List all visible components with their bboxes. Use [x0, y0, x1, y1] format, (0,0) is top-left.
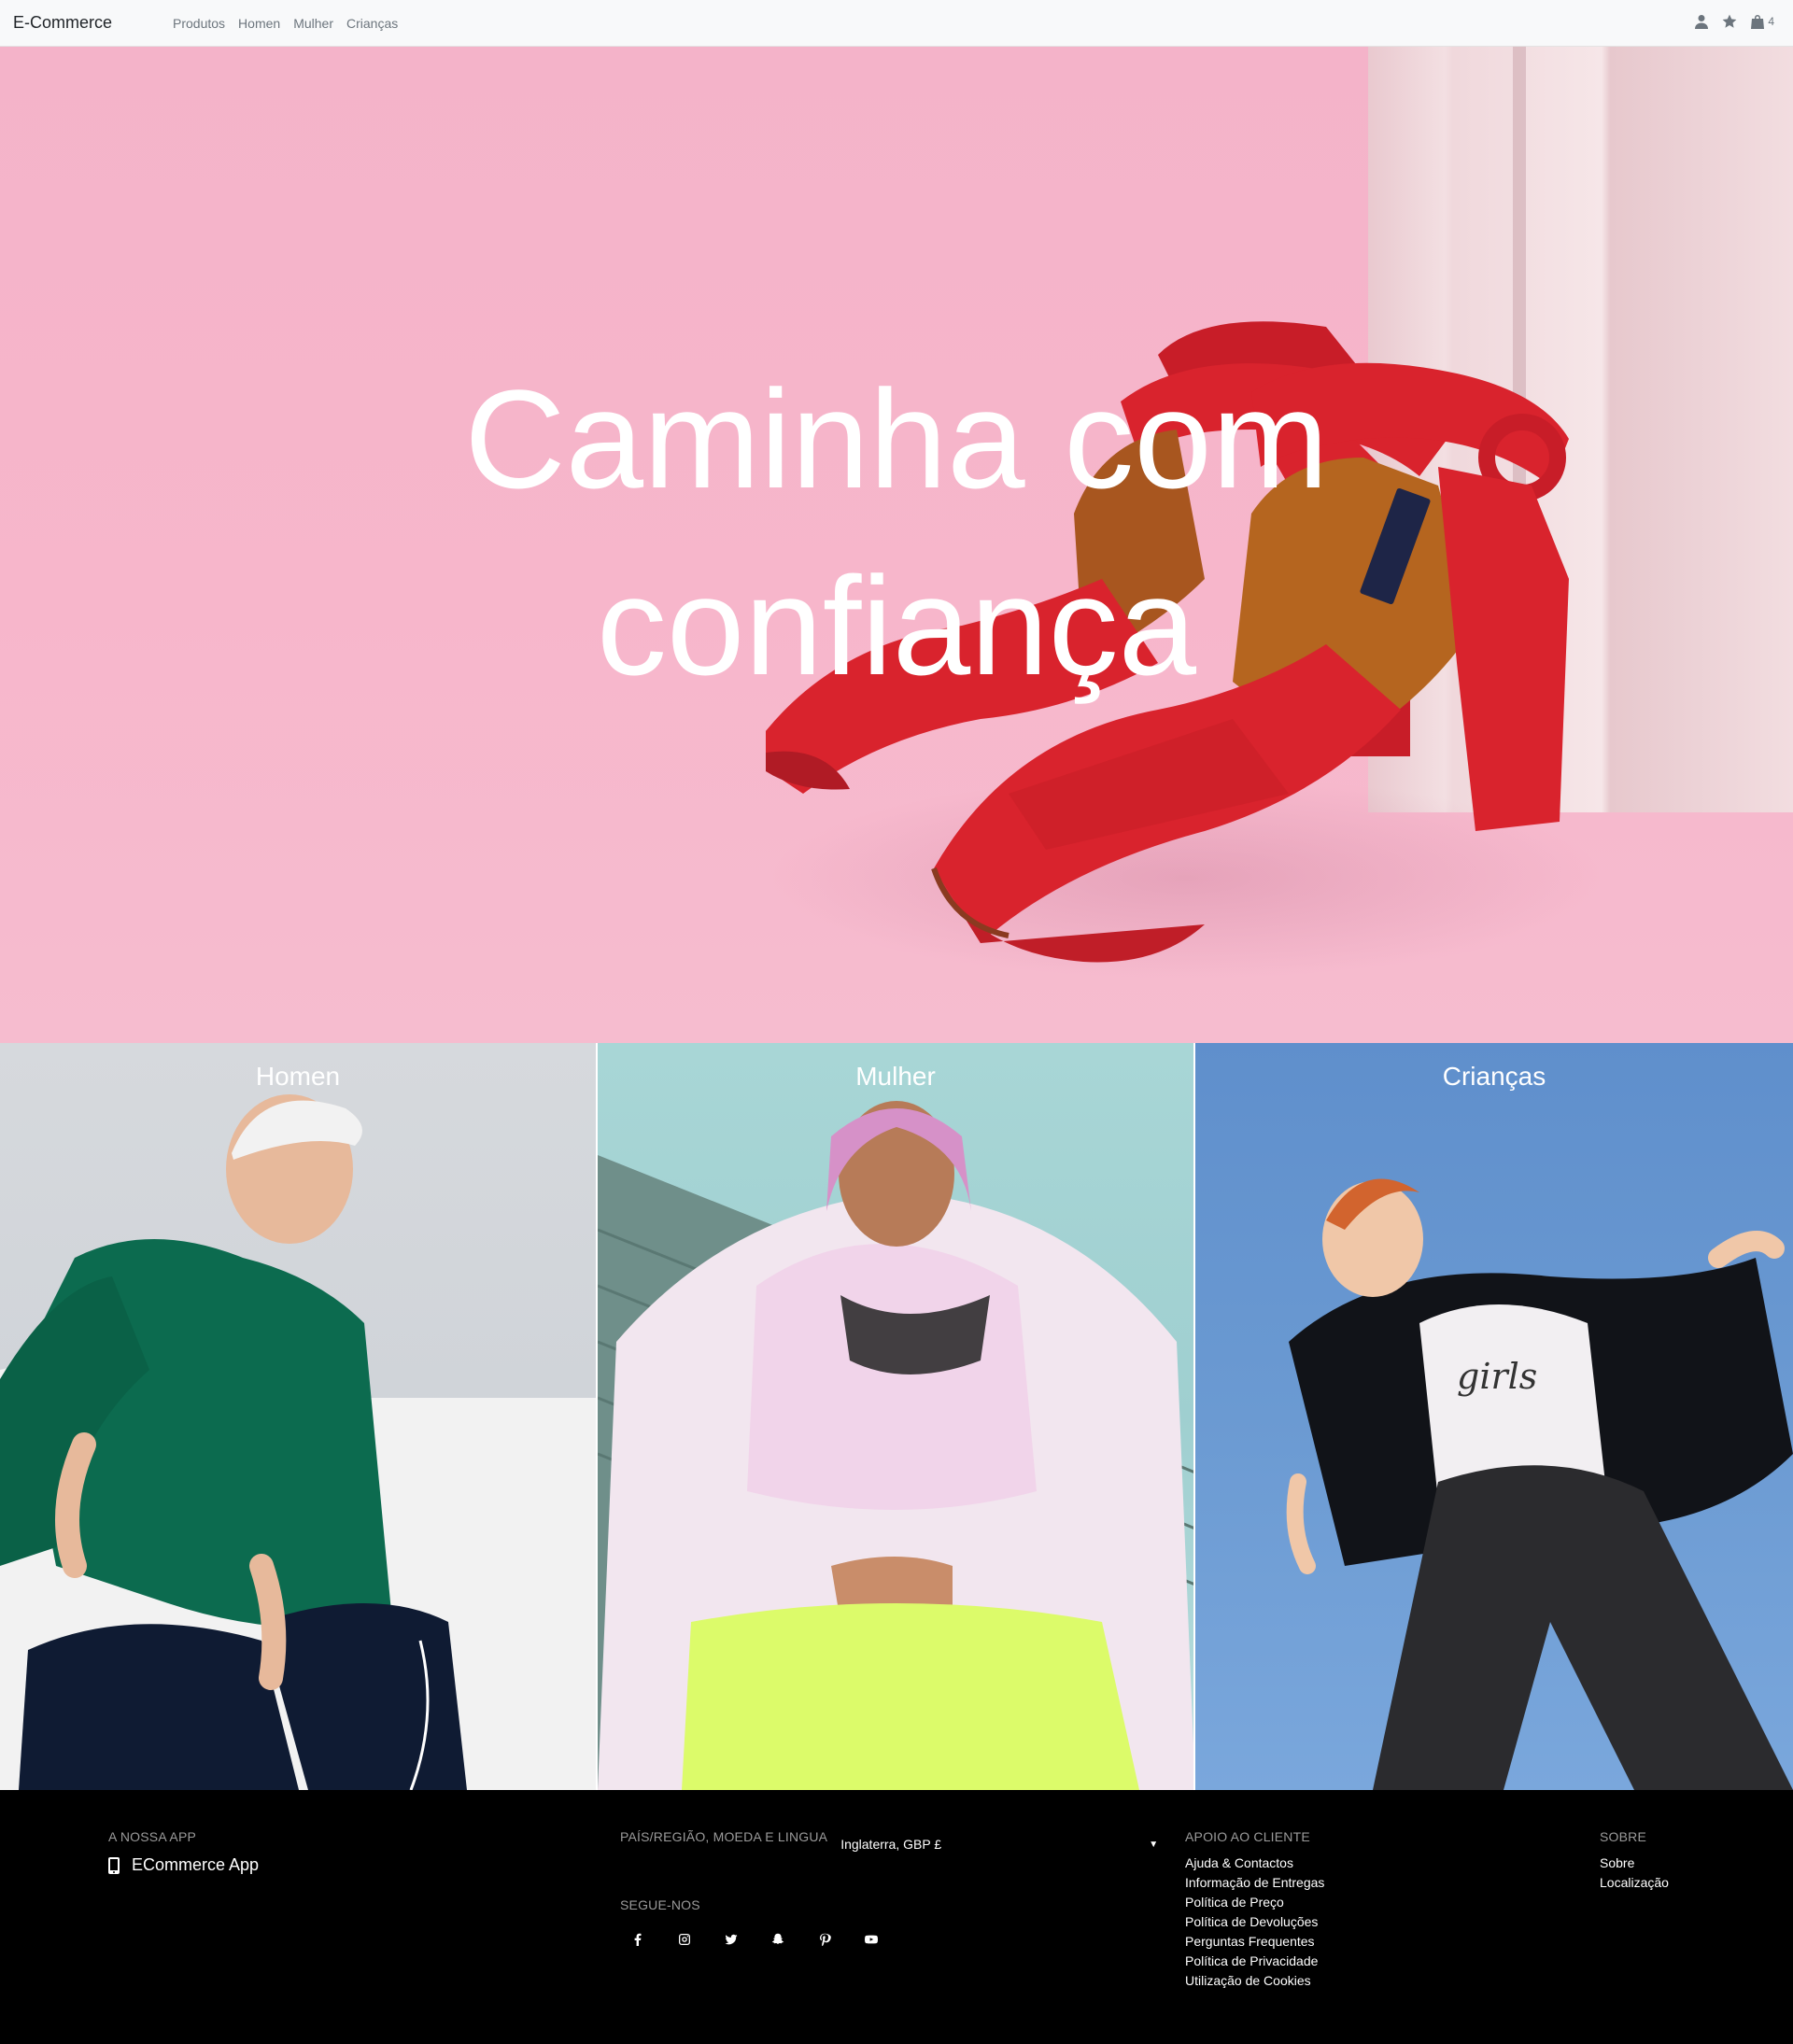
- hero-banner: Caminha com confiança: [0, 47, 1793, 1043]
- hero-title-line1: Caminha com: [464, 360, 1329, 517]
- nav-link-criancas[interactable]: Crianças: [346, 16, 398, 31]
- twitter-icon[interactable]: [713, 1929, 760, 1950]
- app-link-label: ECommerce App: [132, 1855, 260, 1874]
- footer-region-section: PAÍS/REGIÃO, MOEDA E LINGUA Inglaterra, …: [620, 1829, 1158, 1950]
- support-link-ajuda[interactable]: Ajuda & Contactos: [1185, 1854, 1324, 1873]
- user-icon[interactable]: [1694, 14, 1709, 29]
- youtube-icon[interactable]: [854, 1929, 900, 1950]
- support-link-preco[interactable]: Política de Preço: [1185, 1893, 1324, 1912]
- footer-app-section: A NOSSA APP ECommerce App: [108, 1829, 259, 1875]
- chevron-down-icon: ▼: [1149, 1839, 1159, 1850]
- support-link-privacidade[interactable]: Política de Privacidade: [1185, 1952, 1324, 1971]
- support-links: Ajuda & Contactos Informação de Entregas…: [1185, 1854, 1324, 1991]
- category-card-mulher[interactable]: Mulher: [598, 1043, 1195, 1790]
- about-link-localizacao[interactable]: Localização: [1600, 1873, 1669, 1893]
- cart-count-badge: 4: [1768, 15, 1774, 28]
- instagram-icon[interactable]: [667, 1929, 713, 1950]
- region-select-value: Inglaterra, GBP £: [840, 1837, 942, 1852]
- pinterest-icon[interactable]: [807, 1929, 854, 1950]
- support-link-faq[interactable]: Perguntas Frequentes: [1185, 1932, 1324, 1952]
- nav-link-homen[interactable]: Homen: [238, 16, 280, 31]
- footer-follow-heading: SEGUE-NOS: [620, 1897, 700, 1912]
- footer-app-heading: A NOSSA APP: [108, 1829, 197, 1844]
- support-link-entregas[interactable]: Informação de Entregas: [1185, 1873, 1324, 1893]
- navbar: E-Commerce Produtos Homen Mulher Criança…: [0, 0, 1793, 47]
- category-image-mulher: [598, 1101, 1193, 1790]
- phone-icon: [108, 1856, 120, 1874]
- social-links: [620, 1929, 1158, 1950]
- footer-support-heading: APOIO AO CLIENTE: [1185, 1829, 1310, 1844]
- facebook-icon[interactable]: [620, 1929, 667, 1950]
- footer-region-heading: PAÍS/REGIÃO, MOEDA E LINGUA: [620, 1829, 828, 1844]
- category-card-criancas[interactable]: girls Crianças: [1195, 1043, 1793, 1790]
- category-grid: Homen Mulher girls Crianças: [0, 1043, 1793, 1790]
- category-label-homen: Homen: [255, 1062, 341, 1091]
- category-image-criancas: girls: [1286, 1178, 1793, 1790]
- bag-icon: [1751, 15, 1765, 29]
- category-label-mulher: Mulher: [855, 1062, 936, 1091]
- hero-title-line2: confiança: [596, 547, 1197, 704]
- category-card-homen[interactable]: Homen: [0, 1043, 598, 1790]
- about-link-sobre[interactable]: Sobre: [1600, 1854, 1669, 1873]
- shirt-print: girls: [1457, 1356, 1537, 1397]
- hero-title: Caminha com confiança: [0, 345, 1793, 719]
- app-download-link[interactable]: ECommerce App: [108, 1855, 259, 1875]
- support-link-devolucoes[interactable]: Política de Devoluções: [1185, 1912, 1324, 1932]
- nav-link-mulher[interactable]: Mulher: [293, 16, 333, 31]
- footer-about-heading: SOBRE: [1600, 1829, 1647, 1844]
- cart-button[interactable]: 4: [1750, 14, 1774, 29]
- region-select[interactable]: Inglaterra, GBP £ ▼: [840, 1833, 1158, 1855]
- snapchat-icon[interactable]: [760, 1929, 807, 1950]
- footer: A NOSSA APP ECommerce App PAÍS/REGIÃO, M…: [0, 1790, 1793, 2044]
- about-links: Sobre Localização: [1600, 1854, 1669, 1893]
- footer-support-section: APOIO AO CLIENTE Ajuda & Contactos Infor…: [1185, 1829, 1324, 1991]
- nav-icons: 4: [1694, 14, 1774, 29]
- brand-logo[interactable]: E-Commerce: [13, 13, 112, 33]
- nav-link-produtos[interactable]: Produtos: [173, 16, 225, 31]
- category-label-criancas: Crianças: [1442, 1062, 1546, 1091]
- category-image-homen: [0, 1094, 596, 1790]
- footer-about-section: SOBRE Sobre Localização: [1600, 1829, 1669, 1893]
- support-link-cookies[interactable]: Utilização de Cookies: [1185, 1971, 1324, 1991]
- nav-links: Produtos Homen Mulher Crianças: [173, 16, 411, 31]
- star-icon[interactable]: [1722, 14, 1737, 29]
